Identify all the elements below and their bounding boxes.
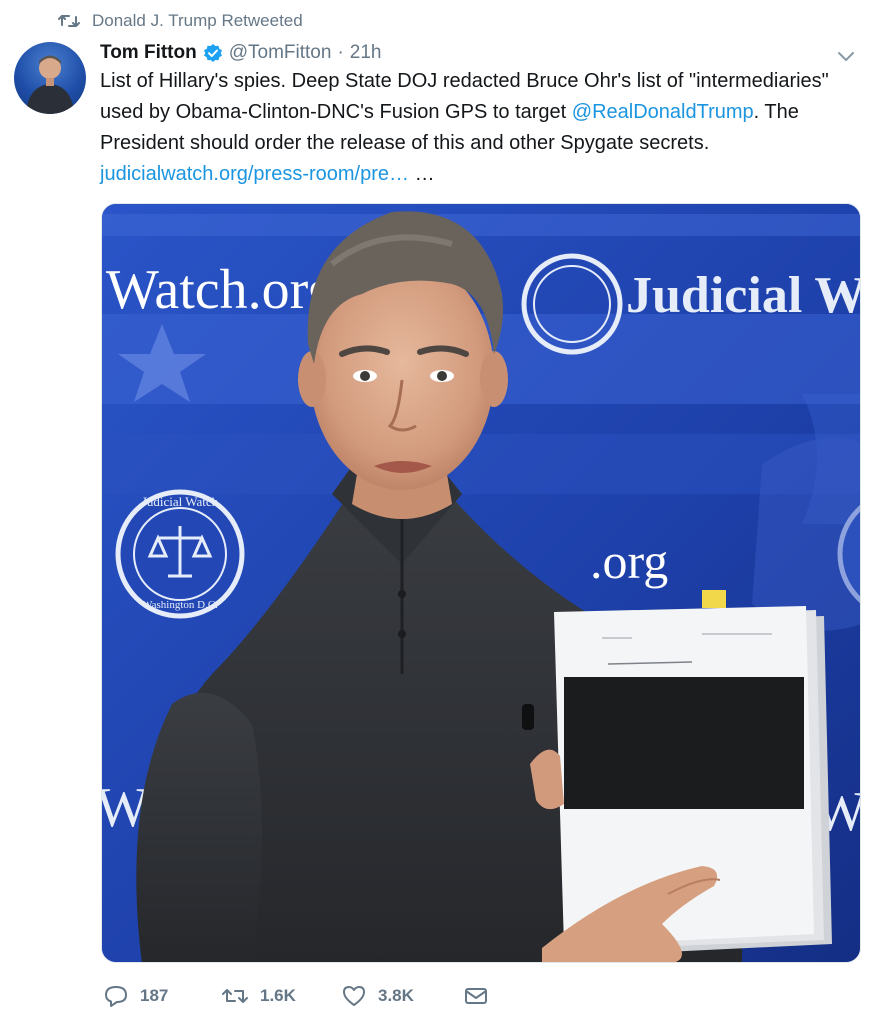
tweet-timestamp[interactable]: 21h bbox=[350, 42, 382, 64]
tweet-photo[interactable]: Watch.org Judicial W Judicial Watch Wash… bbox=[101, 203, 861, 963]
chevron-down-icon[interactable] bbox=[836, 46, 856, 66]
seal-top-text: Judicial Watch bbox=[142, 494, 219, 509]
mention-link[interactable]: @RealDonaldTrump bbox=[572, 101, 754, 123]
retweet-icon bbox=[58, 13, 80, 29]
verified-badge-icon bbox=[203, 43, 223, 63]
header-separator: · bbox=[337, 42, 344, 63]
banner-org-text: .org bbox=[590, 533, 668, 589]
envelope-icon bbox=[464, 986, 488, 1006]
like-button[interactable]: 3.8K bbox=[342, 985, 464, 1007]
avatar[interactable] bbox=[14, 42, 86, 114]
reply-button[interactable]: 187 bbox=[104, 985, 222, 1007]
tweet-text: List of Hillary's spies. Deep State DOJ … bbox=[100, 66, 860, 190]
like-count: 3.8K bbox=[378, 986, 414, 1005]
judicial-watch-seal: Judicial Watch Washington D.C. bbox=[115, 489, 245, 619]
banner-right-text: Judicial W bbox=[626, 267, 861, 324]
retweet-button[interactable]: 1.6K bbox=[222, 986, 342, 1006]
banner-left-text: Watch.org bbox=[106, 259, 335, 321]
heart-icon bbox=[342, 985, 366, 1007]
retweet-context-label: Donald J. Trump Retweeted bbox=[92, 11, 303, 30]
tweet-actions: 187 1.6K 3.8K bbox=[104, 980, 488, 1012]
retweet-context[interactable]: Donald J. Trump Retweeted bbox=[58, 8, 303, 34]
tweet[interactable]: Donald J. Trump Retweeted Tom Fitton @To… bbox=[0, 0, 878, 1020]
author-name[interactable]: Tom Fitton bbox=[100, 42, 197, 64]
tweet-text-ellipsis: … bbox=[409, 163, 435, 185]
direct-message-button[interactable] bbox=[464, 986, 488, 1006]
reply-icon bbox=[104, 985, 128, 1007]
seal-bottom-text: Washington D.C. bbox=[142, 599, 218, 611]
author-handle[interactable]: @TomFitton bbox=[229, 42, 332, 64]
reply-count: 187 bbox=[140, 986, 169, 1005]
article-link[interactable]: judicialwatch.org/press-room/pre… bbox=[100, 163, 409, 185]
retweet-icon bbox=[222, 986, 248, 1006]
tweet-header: Tom Fitton @TomFitton · 21h bbox=[100, 38, 818, 68]
retweet-count: 1.6K bbox=[260, 986, 296, 1005]
document-stack bbox=[554, 606, 832, 956]
